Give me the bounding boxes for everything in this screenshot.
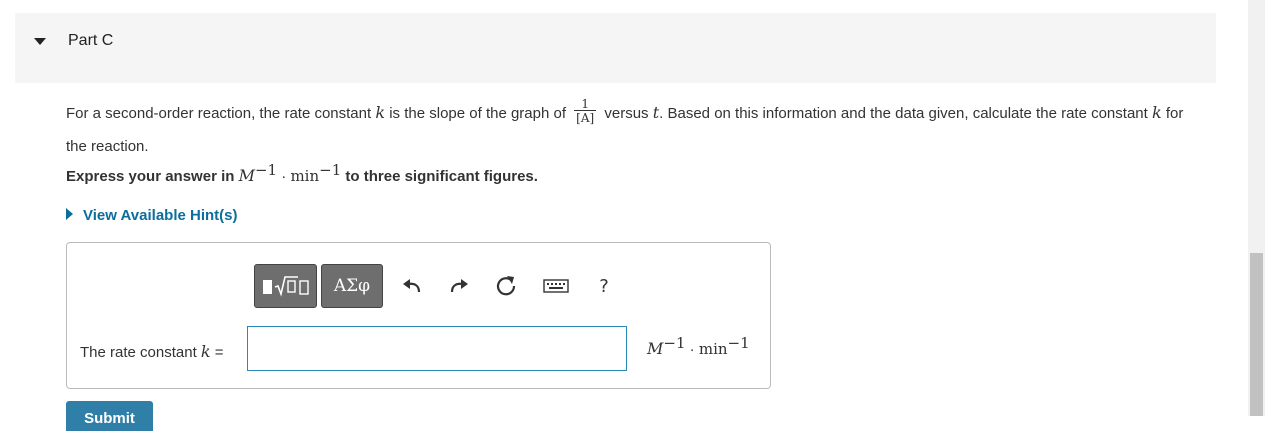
answer-label-suffix: =	[210, 344, 224, 361]
page-scrollbar[interactable]	[1248, 0, 1265, 416]
question-text: For a second-order reaction, the rate co…	[66, 96, 1196, 163]
scrollbar-thumb[interactable]	[1250, 253, 1263, 416]
view-hints-label: View Available Hint(s)	[83, 207, 238, 224]
question-text-3: versus	[600, 105, 653, 122]
unit-m-exponent: −1	[254, 161, 278, 179]
variable-k-2: k	[1151, 103, 1162, 122]
part-title: Part C	[68, 32, 114, 49]
answer-instruction: Express your answer in M−1 · min−1 to th…	[66, 163, 538, 186]
answer-unit-m: M	[647, 339, 664, 358]
answer-label-prefix: The rate constant	[80, 344, 201, 361]
unit-m: M	[238, 166, 255, 185]
variable-k: k	[375, 103, 386, 122]
answer-unit-m-exponent: −1	[663, 334, 686, 352]
templates-button[interactable]	[254, 264, 317, 308]
answer-unit-min: min	[698, 340, 728, 358]
keyboard-icon[interactable]	[543, 275, 569, 297]
templates-icon	[262, 276, 309, 297]
fraction-numerator: 1	[581, 97, 589, 112]
fraction-one-over-a: 1 [A]	[574, 97, 597, 126]
redo-icon[interactable]	[448, 275, 470, 297]
symbols-button[interactable]: ΑΣφ	[321, 264, 383, 308]
answer-unit-min-exponent: −1	[727, 334, 750, 352]
answer-units: M−1 · min−1	[647, 336, 750, 359]
view-hints-link[interactable]: View Available Hint(s)	[66, 207, 238, 224]
unit-min-exponent: −1	[319, 161, 342, 179]
question-text-4: . Based on this information and the data…	[659, 105, 1152, 122]
part-header	[15, 13, 1216, 83]
collapse-toggle-icon[interactable]	[34, 38, 46, 45]
instruction-suffix: to three significant figures.	[341, 168, 538, 185]
reset-icon[interactable]	[495, 275, 517, 297]
fraction-denominator: [A]	[574, 110, 597, 126]
undo-icon[interactable]	[401, 275, 423, 297]
unit-dot: ·	[277, 168, 291, 185]
answer-label: The rate constant k =	[80, 342, 224, 361]
question-text-1: For a second-order reaction, the rate co…	[66, 105, 376, 122]
instruction-prefix: Express your answer in	[66, 168, 239, 185]
answer-box: ΑΣφ ? The rate constant k = M−1 · min−1	[66, 242, 771, 389]
expand-arrow-icon	[66, 208, 73, 220]
answer-input[interactable]	[247, 326, 627, 371]
question-text-2: is the slope of the graph of	[385, 105, 571, 122]
answer-unit-dot: ·	[685, 341, 699, 358]
submit-button[interactable]: Submit	[66, 401, 153, 431]
unit-min: min	[290, 167, 320, 185]
answer-label-variable: k	[200, 342, 211, 361]
help-button[interactable]: ?	[593, 275, 615, 297]
